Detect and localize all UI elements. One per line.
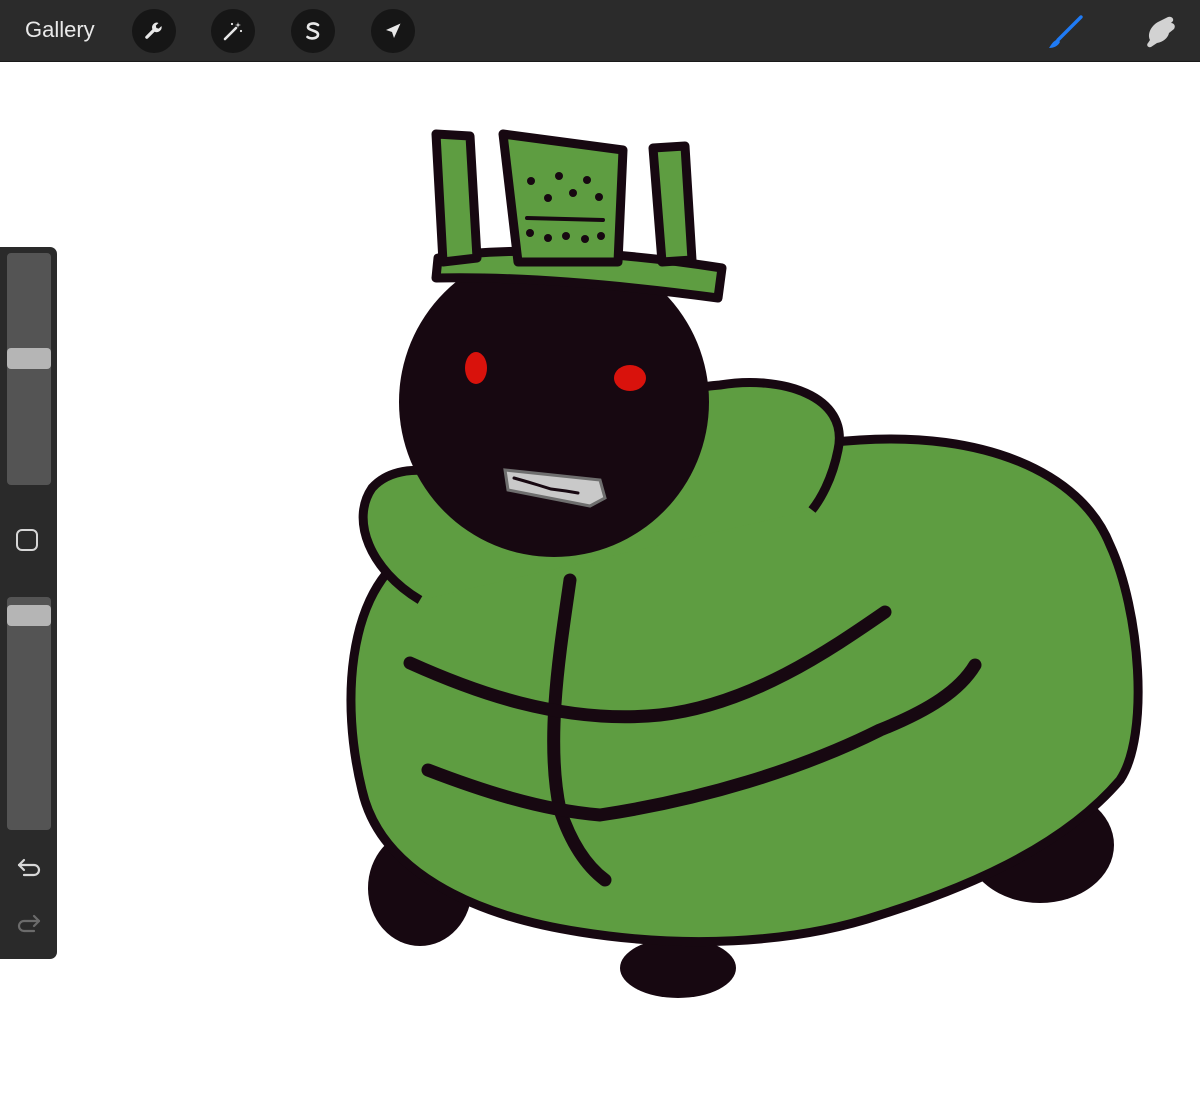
crown-prong-center xyxy=(498,129,628,267)
crown-prong-left xyxy=(431,129,482,267)
artwork-green-robot-creature xyxy=(346,129,1143,998)
gallery-button[interactable]: Gallery xyxy=(25,16,95,44)
smudge-finger-icon xyxy=(1147,16,1175,48)
wheel-front-center xyxy=(620,938,736,998)
drawing-canvas[interactable] xyxy=(0,62,1200,1113)
brush-button[interactable] xyxy=(1046,12,1086,52)
eye-right xyxy=(614,365,646,391)
wrench-icon xyxy=(145,22,162,39)
eye-left xyxy=(465,352,487,384)
adjustments-button[interactable] xyxy=(211,9,255,53)
selection-button[interactable] xyxy=(291,9,335,53)
magic-wand-icon xyxy=(223,22,243,41)
top-toolbar: Gallery xyxy=(0,0,1200,62)
brush-icon xyxy=(1049,15,1083,48)
smudge-button[interactable] xyxy=(1141,12,1181,52)
crown-prong-right xyxy=(648,141,697,267)
arrow-cursor-icon xyxy=(386,23,401,38)
selection-s-icon xyxy=(306,22,320,40)
transform-button[interactable] xyxy=(371,9,415,53)
crown-line xyxy=(525,216,605,222)
actions-button[interactable] xyxy=(132,9,176,53)
